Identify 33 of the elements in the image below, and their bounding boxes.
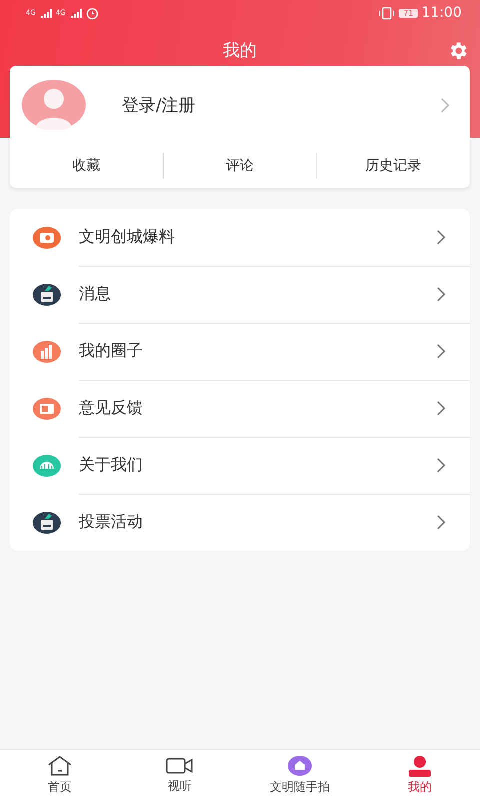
avatar-icon: [22, 80, 86, 130]
page-title: 我的: [223, 40, 257, 62]
tab-bar-item[interactable]: 文明随手拍: [240, 750, 360, 800]
chevron-right-icon: [441, 98, 450, 112]
profile-link[interactable]: 评论: [162, 153, 316, 179]
login-register-link[interactable]: 登录/注册: [122, 94, 441, 116]
tab-bar-item[interactable]: 我的: [360, 750, 480, 800]
menu-item[interactable]: 消息: [32, 266, 470, 323]
profile-link[interactable]: 收藏: [10, 153, 163, 179]
alarm-clock-icon: [86, 6, 99, 20]
chevron-right-icon: [437, 344, 446, 358]
vibrate-icon: [379, 6, 396, 20]
video-camera-icon: [166, 756, 194, 776]
home-icon: [47, 754, 73, 776]
menu-item[interactable]: 文明创城爆料: [32, 209, 470, 266]
chevron-right-icon: [437, 230, 446, 244]
menu-item[interactable]: 意见反馈: [32, 380, 470, 437]
chevron-right-icon: [437, 515, 446, 530]
chevron-right-icon: [437, 400, 446, 416]
person-icon: [407, 754, 433, 776]
profile-link[interactable]: 历史记录: [316, 153, 470, 179]
signal-icon: [70, 8, 82, 18]
badge-icon: [287, 754, 313, 776]
tab-bar-item[interactable]: 视听: [120, 750, 240, 800]
menu-item[interactable]: 关于我们: [32, 437, 470, 494]
battery-level: 71: [399, 8, 418, 18]
chevron-right-icon: [437, 286, 446, 302]
chevron-right-icon: [437, 458, 446, 472]
menu-item[interactable]: 投票活动: [32, 494, 470, 551]
tab-bar-item[interactable]: 首页: [0, 750, 120, 800]
clock-time: 11:00: [422, 5, 462, 21]
signal-icon: [40, 8, 52, 18]
menu-item[interactable]: 我的圈子: [32, 323, 470, 380]
